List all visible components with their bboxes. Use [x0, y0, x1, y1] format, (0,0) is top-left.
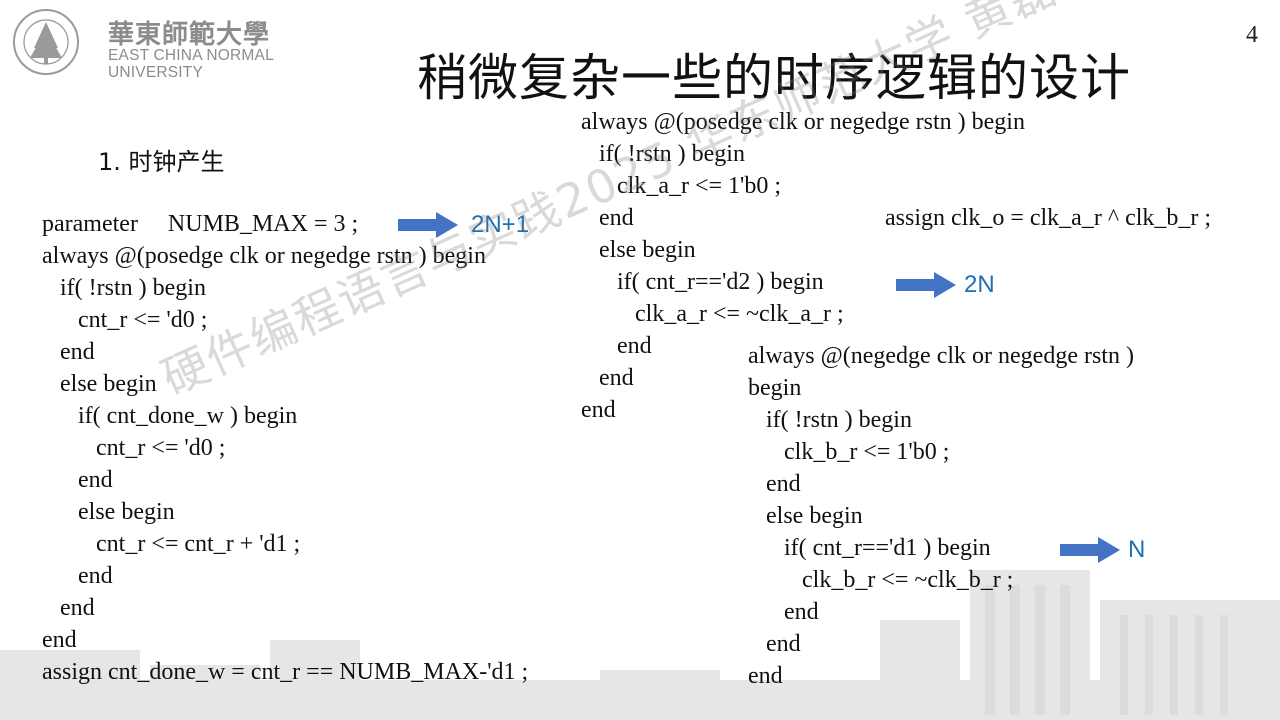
code-line: end: [748, 663, 783, 689]
code-line: else begin: [581, 237, 696, 263]
university-name-en-line1: EAST CHINA NORMAL: [108, 47, 274, 64]
code-line: cnt_r <= 'd0 ;: [42, 307, 208, 333]
code-line: clk_b_r <= 1'b0 ;: [748, 439, 950, 465]
arrow-right-icon: [1060, 537, 1120, 563]
code-line: else begin: [748, 503, 863, 529]
code-line: end: [42, 627, 77, 653]
code-line: always @(negedge clk or negedge rstn ): [748, 343, 1134, 369]
code-line: end: [42, 467, 113, 493]
code-line: always @(posedge clk or negedge rstn ) b…: [42, 243, 486, 269]
code-line: clk_a_r <= ~clk_a_r ;: [581, 301, 844, 327]
university-name-en-line2: UNIVERSITY: [108, 64, 204, 81]
code-line: else begin: [42, 371, 157, 397]
code-line: else begin: [42, 499, 175, 525]
code-line: clk_b_r <= ~clk_b_r ;: [748, 567, 1014, 593]
code-line: end: [42, 595, 95, 621]
code-line: if( cnt_r=='d2 ) begin: [581, 269, 824, 295]
code-line: assign cnt_done_w = cnt_r == NUMB_MAX-'d…: [42, 659, 529, 685]
annotation-label: 2N: [964, 271, 995, 298]
code-line: begin: [748, 375, 802, 401]
annotation-label: N: [1128, 536, 1146, 563]
code-line: end: [748, 599, 819, 625]
code-line: if( cnt_done_w ) begin: [42, 403, 298, 429]
arrow-right-icon: [896, 272, 956, 298]
code-line: end: [748, 631, 801, 657]
slide-title: 稍微复杂一些的时序逻辑的设计: [417, 49, 1131, 107]
arrow-right-icon: [398, 212, 458, 238]
code-line: cnt_r <= 'd0 ;: [42, 435, 226, 461]
code-line: clk_a_r <= 1'b0 ;: [581, 173, 782, 199]
university-name-cn: 華東師範大學: [108, 20, 271, 50]
code-line: end: [42, 339, 95, 365]
code-line: if( !rstn ) begin: [581, 141, 745, 167]
code-line: cnt_r <= cnt_r + 'd1 ;: [42, 531, 301, 557]
university-logo: 華東師範大學 EAST CHINA NORMAL UNIVERSITY: [12, 8, 302, 81]
code-line: if( !rstn ) begin: [42, 275, 206, 301]
clk-b-code-block: always @(negedge clk or negedge rstn ) b…: [748, 340, 1134, 692]
page-number: 4: [1246, 22, 1258, 48]
code-line: end: [748, 471, 801, 497]
code-line: end: [42, 563, 113, 589]
code-line: if( !rstn ) begin: [748, 407, 912, 433]
annotation-label: 2N+1: [471, 211, 530, 238]
assign-clk-out-line: assign clk_o = clk_a_r ^ clk_b_r ;: [885, 205, 1212, 231]
section-label: 1. 时钟产生: [98, 148, 225, 176]
counter-code-block: parameter NUMB_MAX = 3 ; always @(posedg…: [42, 208, 528, 688]
code-line: always @(posedge clk or negedge rstn ) b…: [581, 109, 1025, 135]
university-seal-icon: [13, 9, 79, 75]
